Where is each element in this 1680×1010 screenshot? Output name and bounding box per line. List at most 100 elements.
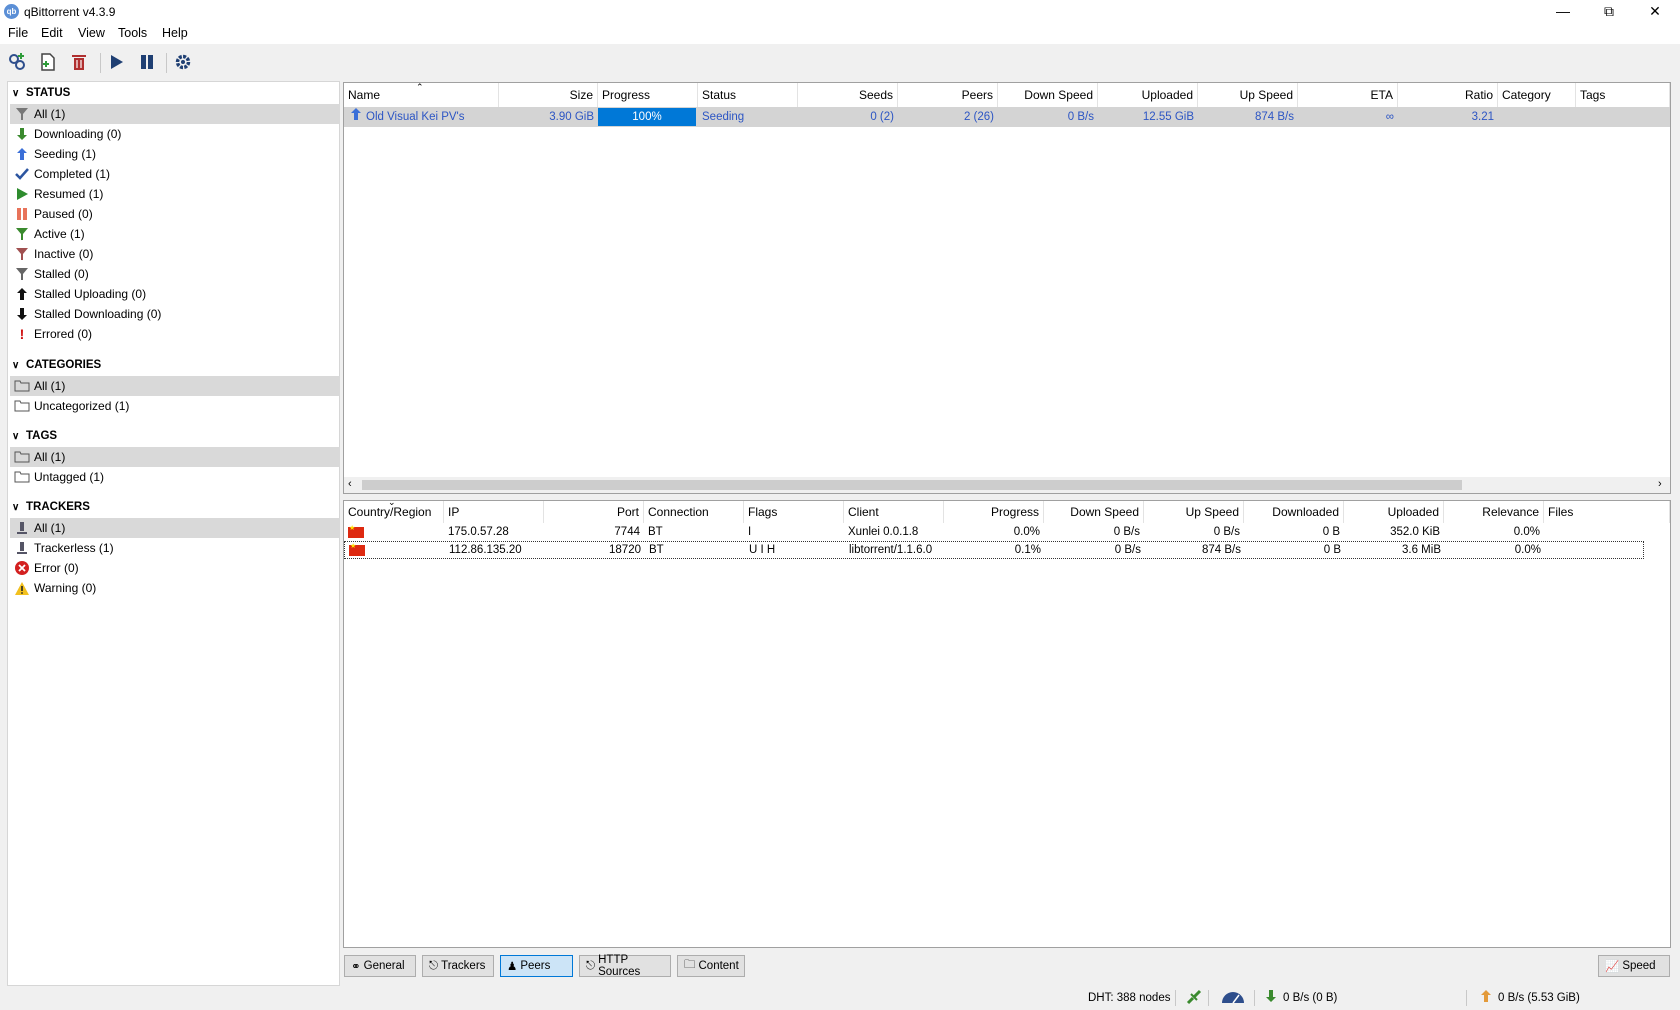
download-speed[interactable]: 0 B/s (0 B) [1283,992,1337,1004]
sidebar-item-stalled-downloading[interactable]: Stalled Downloading (0) [10,304,340,324]
column-header-port[interactable]: Port [544,501,644,523]
delete-button[interactable] [67,50,91,74]
column-header-relevance[interactable]: Relevance [1444,501,1544,523]
sidebar-item-trackerless[interactable]: Trackerless (1) [10,538,340,558]
column-header-ip[interactable]: IP [444,501,544,523]
sidebar-item-category-all[interactable]: All (1) [10,376,340,396]
column-header-size[interactable]: Size [499,83,598,107]
china-flag-icon [349,542,365,556]
sidebar-item-seeding[interactable]: Seeding (1) [10,144,340,164]
column-header-seeds[interactable]: Seeds [798,83,898,107]
column-header-connection[interactable]: Connection [644,501,744,523]
scroll-right-icon[interactable]: › [1658,478,1662,490]
connection-status-icon[interactable] [1186,989,1202,1008]
column-header-client[interactable]: Client [844,501,944,523]
trackers-section-header[interactable]: ∨ TRACKERS [12,498,90,516]
sidebar-item-completed[interactable]: Completed (1) [10,164,340,184]
tags-section-header[interactable]: ∨ TAGS [12,427,57,445]
sidebar-item-tracker-error[interactable]: Error (0) [10,558,340,578]
column-header-up-speed[interactable]: Up Speed [1144,501,1244,523]
column-header-uploaded[interactable]: Uploaded [1098,83,1198,107]
speed-button[interactable]: 📈 Speed [1598,955,1670,977]
options-button[interactable] [171,50,195,74]
menu-tools[interactable]: Tools [118,26,147,40]
tab-general[interactable]: ⚭ General [344,955,416,977]
tab-peers[interactable]: ♟ Peers [500,955,573,977]
close-button[interactable]: ✕ [1632,0,1678,24]
scrollbar-thumb[interactable] [362,480,1462,490]
sidebar-item-inactive[interactable]: Inactive (0) [10,244,340,264]
sidebar-item-label: All (1) [34,450,66,464]
peer-files [1544,523,1670,541]
sidebar-item-status-all[interactable]: All (1) [10,104,340,124]
upload-speed[interactable]: 0 B/s (5.53 GiB) [1498,992,1580,1004]
sidebar-item-tag-all[interactable]: All (1) [10,447,340,467]
add-torrent-file-button[interactable] [36,50,60,74]
column-header-tags[interactable]: Tags [1576,83,1670,107]
folder-icon: 🗀 [684,958,696,971]
sidebar-item-label: Untagged (1) [34,470,105,484]
column-header-name[interactable]: Name ⌃ [344,83,499,107]
app-logo-icon: qb [4,4,19,19]
sidebar-item-paused[interactable]: Paused (0) [10,204,340,224]
peer-connection: BT [649,544,664,556]
add-torrent-link-button[interactable] [5,50,29,74]
peer-row[interactable]: 175.0.57.28 7744 BT I Xunlei 0.0.1.8 0.0… [344,523,1670,541]
section-title: TAGS [26,430,58,442]
menu-help[interactable]: Help [162,26,188,40]
column-header-up-speed[interactable]: Up Speed [1198,83,1298,107]
column-header-downloaded[interactable]: Downloaded [1244,501,1344,523]
restore-button[interactable]: ⧉ [1586,0,1632,24]
torrent-row[interactable]: Old Visual Kei PV's 3.90 GiB Seeding 0 (… [344,107,1670,127]
toolbar-separator [100,53,101,73]
sidebar-item-resumed[interactable]: Resumed (1) [10,184,340,204]
column-header-status[interactable]: Status [698,83,798,107]
tab-content[interactable]: 🗀 Content [677,955,745,977]
filter-icon [12,227,32,241]
sidebar-item-untagged[interactable]: Untagged (1) [10,467,340,487]
sidebar-item-errored[interactable]: ! Errored (0) [10,324,340,344]
column-header-peers[interactable]: Peers [898,83,998,107]
peers-icon: ♟ [507,961,518,973]
sidebar-item-label: Inactive (0) [34,247,94,261]
column-header-country[interactable]: Country/Region ⌄ [344,501,444,523]
column-header-progress[interactable]: Progress [944,501,1044,523]
column-header-down-speed[interactable]: Down Speed [998,83,1098,107]
status-separator [1175,990,1176,1006]
pause-button[interactable] [135,50,159,74]
horizontal-scrollbar[interactable]: ‹ › [344,477,1670,493]
peer-row[interactable]: 112.86.135.20 18720 BT U I H libtorrent/… [344,541,1644,559]
torrent-uploaded: 12.55 GiB [1142,111,1194,123]
sidebar-item-tracker-warning[interactable]: Warning (0) [10,578,340,598]
column-header-eta[interactable]: ETA [1298,83,1398,107]
alt-speed-limits-icon[interactable] [1220,989,1246,1008]
filter-icon [12,107,32,121]
categories-section-header[interactable]: ∨ CATEGORIES [12,356,101,374]
tab-trackers[interactable]: ⎋ Trackers [422,955,494,977]
scroll-left-icon[interactable]: ‹ [348,478,352,490]
column-header-flags[interactable]: Flags [744,501,844,523]
menu-file[interactable]: File [8,26,28,40]
minimize-button[interactable]: — [1540,0,1586,24]
sidebar-item-uncategorized[interactable]: Uncategorized (1) [10,396,340,416]
peer-progress: 0.1% [1014,544,1041,556]
status-section-header[interactable]: ∨ STATUS [12,84,70,102]
column-header-files[interactable]: Files [1544,501,1670,523]
menu-edit[interactable]: Edit [41,26,63,40]
sidebar-item-active[interactable]: Active (1) [10,224,340,244]
torrent-seeds: 0 (2) [870,111,894,123]
column-header-category[interactable]: Category [1498,83,1576,107]
column-header-progress[interactable]: Progress [598,83,698,107]
tab-http-sources[interactable]: ⎋ HTTP Sources [579,954,671,978]
menu-view[interactable]: View [78,26,105,40]
resume-button[interactable] [104,50,128,74]
peer-relevance: 0.0% [1514,544,1541,556]
column-header-uploaded[interactable]: Uploaded [1344,501,1444,523]
sidebar-item-stalled[interactable]: Stalled (0) [10,264,340,284]
sidebar-item-downloading[interactable]: Downloading (0) [10,124,340,144]
sidebar-item-stalled-uploading[interactable]: Stalled Uploading (0) [10,284,340,304]
column-header-down-speed[interactable]: Down Speed [1044,501,1144,523]
column-header-ratio[interactable]: Ratio [1398,83,1498,107]
download-arrow-icon [1265,989,1277,1006]
sidebar-item-tracker-all[interactable]: All (1) [10,518,340,538]
